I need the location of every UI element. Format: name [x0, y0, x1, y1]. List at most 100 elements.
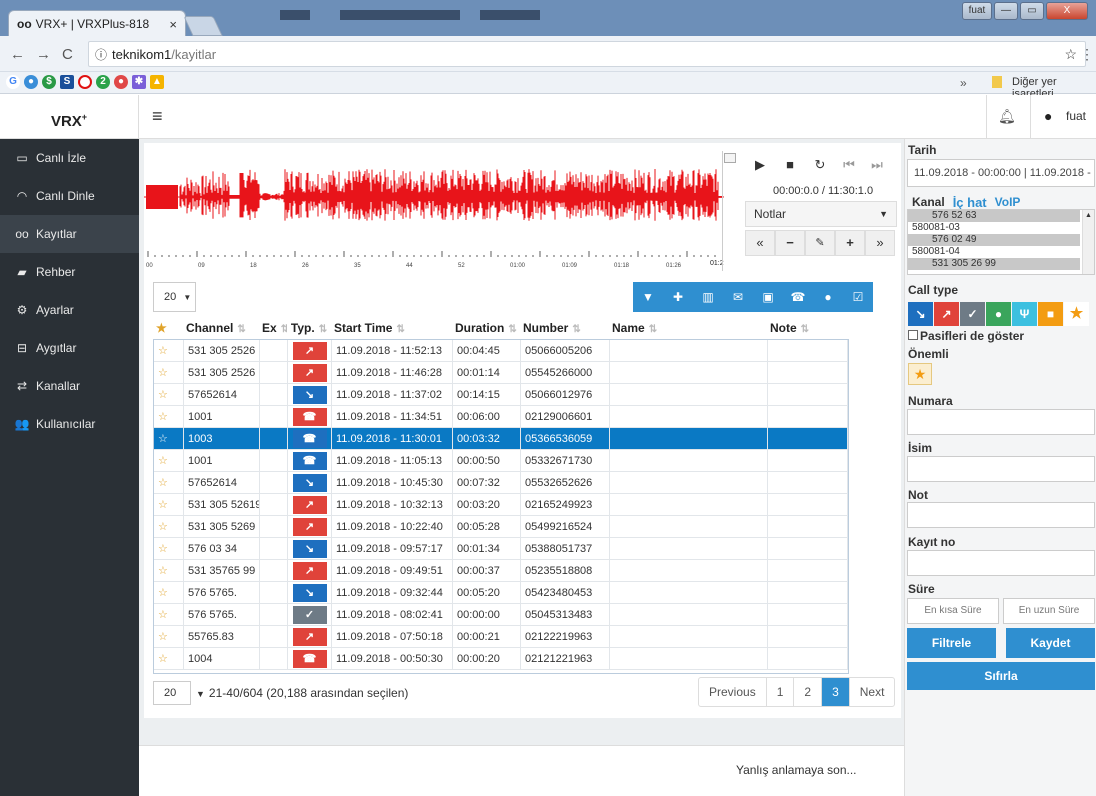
table-row[interactable]: ☆ 531 305 2526 ↗ 11.09.2018 - 11:46:28 00:01…: [154, 362, 848, 384]
envelope-icon[interactable]: ✉: [723, 282, 753, 312]
table-row[interactable]: ☆ 1001 ☎ 11.09.2018 - 11:34:51 00:06:00 02129…: [154, 406, 848, 428]
table-row[interactable]: ☆ 576 03 34 ↘ 11.09.2018 - 09:57:17 00:01:34…: [154, 538, 848, 560]
star-icon[interactable]: ☆: [154, 626, 184, 647]
channel-list-item[interactable]: 576 52 63: [908, 210, 1080, 222]
column-header[interactable]: Channel ⇅: [183, 317, 259, 339]
pagination-page[interactable]: 1: [767, 678, 795, 706]
waveform[interactable]: 00 09 18 26 35 44 52 01:00 01:09 01:18 01:26 01:2: [144, 151, 724, 271]
bookmark-icon[interactable]: S: [60, 75, 74, 89]
column-header[interactable]: Duration ⇅: [452, 317, 520, 339]
browser-menu-icon[interactable]: ⋮: [1080, 46, 1094, 63]
bookmark-icon[interactable]: ●: [114, 75, 128, 89]
phone-square-icon[interactable]: ☎: [783, 282, 813, 312]
browser-tab[interactable]: oo VRX+ | VRXPlus-818 ×: [8, 10, 186, 37]
sidebar-item-exchange[interactable]: ⇄ Kanallar: [0, 367, 139, 405]
play-icon[interactable]: ▶: [745, 153, 775, 179]
tab-ic-hat[interactable]: İç hat: [953, 195, 987, 210]
reload-icon[interactable]: C: [62, 46, 73, 63]
channel-list-item[interactable]: 580081-03: [908, 222, 1080, 234]
footer-page-size-select[interactable]: 20: [153, 681, 191, 705]
record-no-input[interactable]: [907, 550, 1095, 576]
star-icon[interactable]: ☆: [154, 340, 184, 361]
pagination-page[interactable]: 3: [822, 678, 850, 706]
column-header[interactable]: Name ⇅: [609, 317, 767, 339]
column-header[interactable]: Number ⇅: [520, 317, 609, 339]
table-row[interactable]: ☆ 1001 ☎ 11.09.2018 - 11:05:13 00:00:50 05332…: [154, 450, 848, 472]
star-icon[interactable]: ☆: [154, 648, 184, 669]
bookmark-icon[interactable]: ✱: [132, 75, 146, 89]
bell-icon[interactable]: 🔔︎: [998, 108, 1016, 125]
sort-icon[interactable]: ⇅: [508, 324, 516, 335]
max-duration-input[interactable]: En uzun Süre: [1003, 598, 1095, 624]
date-range-input[interactable]: 11.09.2018 - 00:00:00 | 11.09.2018 - 23:…: [907, 159, 1095, 187]
star-icon[interactable]: ☆: [154, 428, 184, 449]
filter-button[interactable]: Filtrele: [907, 628, 996, 658]
channel-list-scrollbar[interactable]: ▲: [1082, 210, 1094, 274]
column-header[interactable]: Typ. ⇅: [287, 317, 331, 339]
pagination-next[interactable]: Next: [850, 678, 895, 706]
waveform-scrollbar[interactable]: [722, 151, 736, 271]
pagination-previous[interactable]: Previous: [699, 678, 767, 706]
table-row[interactable]: ☆ 576 5765. ↘ 11.09.2018 - 09:32:44 00:05:20…: [154, 582, 848, 604]
antenna-icon[interactable]: Ψ: [1012, 302, 1037, 326]
incoming-call-icon[interactable]: ↘: [908, 302, 933, 326]
table-row[interactable]: ☆ 531 305 2526 ↗ 11.09.2018 - 11:52:13 00:04…: [154, 340, 848, 362]
note-input[interactable]: [907, 502, 1095, 528]
channel-list[interactable]: 576 52 63 580081-03 576 02 49 580081-04 531 …: [907, 209, 1095, 275]
skip-back-icon[interactable]: ⏮: [835, 153, 863, 179]
bookmark-icon[interactable]: ●: [24, 75, 38, 89]
star-icon[interactable]: ☆: [154, 494, 184, 515]
bookmark-icon[interactable]: $: [42, 75, 56, 89]
sort-icon[interactable]: ⇅: [801, 324, 809, 335]
table-row[interactable]: ☆ 57652614 ↘ 11.09.2018 - 11:37:02 00:14:15 0…: [154, 384, 848, 406]
star-icon[interactable]: ☆: [154, 406, 184, 427]
skip-forward-icon[interactable]: ⏭: [863, 153, 891, 179]
sidebar-item-monitor[interactable]: ▭ Canlı İzle: [0, 139, 139, 177]
forward-icon[interactable]: →: [36, 46, 51, 63]
channel-list-item[interactable]: 576 02 49: [908, 234, 1080, 246]
sidebar-item-hdd[interactable]: ⊟ Aygıtlar: [0, 329, 139, 367]
drive-icon[interactable]: ▲: [150, 75, 164, 89]
sidebar-item-headphones[interactable]: ◠ Canlı Dinle: [0, 177, 139, 215]
hamburger-icon[interactable]: ≡: [152, 106, 163, 127]
stop-icon[interactable]: ■: [775, 153, 805, 179]
save-button[interactable]: Kaydet: [1006, 628, 1095, 658]
outgoing-call-icon[interactable]: ↗: [934, 302, 959, 326]
star-icon[interactable]: ☆: [154, 560, 184, 581]
sort-icon[interactable]: ⇅: [319, 324, 327, 335]
user-plus-icon[interactable]: ✚: [663, 282, 693, 312]
zoom-out-icon[interactable]: −: [775, 230, 805, 256]
filter-icon[interactable]: ▼: [633, 282, 663, 312]
star-icon[interactable]: ☆: [154, 362, 184, 383]
star-icon[interactable]: ☆: [154, 538, 184, 559]
sidebar-item-book[interactable]: ▰ Rehber: [0, 253, 139, 291]
tab-voip[interactable]: VoIP: [995, 195, 1021, 210]
bookmark-icon[interactable]: 2: [96, 75, 110, 89]
page-size-select[interactable]: 20 ▼: [153, 282, 196, 312]
tab-kanal[interactable]: Kanal: [912, 195, 945, 210]
table-row[interactable]: ☆ 55765.83 ↗ 11.09.2018 - 07:50:18 00:00:21 0…: [154, 626, 848, 648]
bookmarks-more[interactable]: »: [960, 76, 967, 90]
address-bar[interactable]: ⓘ teknikom1 /kayitlar ☆: [88, 41, 1086, 67]
check-square-icon[interactable]: ☑: [843, 282, 873, 312]
zoom-in-icon[interactable]: +: [835, 230, 865, 256]
minimize-button[interactable]: —: [994, 2, 1018, 20]
sort-icon[interactable]: ⇅: [572, 324, 580, 335]
maximize-button[interactable]: ▭: [1020, 2, 1044, 20]
column-header[interactable]: Ex ⇅: [259, 317, 287, 339]
channel-list-item[interactable]: 531 305 26 99: [908, 258, 1080, 270]
back-icon[interactable]: ←: [10, 46, 25, 63]
table-row[interactable]: ☆ 576 5765. ✓ 11.09.2018 - 08:02:41 00:00:00…: [154, 604, 848, 626]
sort-icon[interactable]: ⇅: [237, 324, 245, 335]
name-input[interactable]: [907, 456, 1095, 482]
star-icon[interactable]: ★: [1064, 302, 1089, 326]
missed-call-icon[interactable]: ✓: [960, 302, 985, 326]
brand-logo[interactable]: VRX+: [0, 95, 139, 139]
table-row[interactable]: ☆ 1004 ☎ 11.09.2018 - 00:50:30 00:00:20 02121…: [154, 648, 848, 670]
star-icon[interactable]: ☆: [154, 384, 184, 405]
sidebar-item-voicemail[interactable]: oo Kayıtlar: [0, 215, 139, 253]
notes-select[interactable]: Notlar ▼: [745, 201, 897, 227]
column-header[interactable]: Note ⇅: [767, 317, 847, 339]
table-row[interactable]: ☆ 57652614 ↘ 11.09.2018 - 10:45:30 00:07:32 0…: [154, 472, 848, 494]
save-icon[interactable]: ▣: [753, 282, 783, 312]
